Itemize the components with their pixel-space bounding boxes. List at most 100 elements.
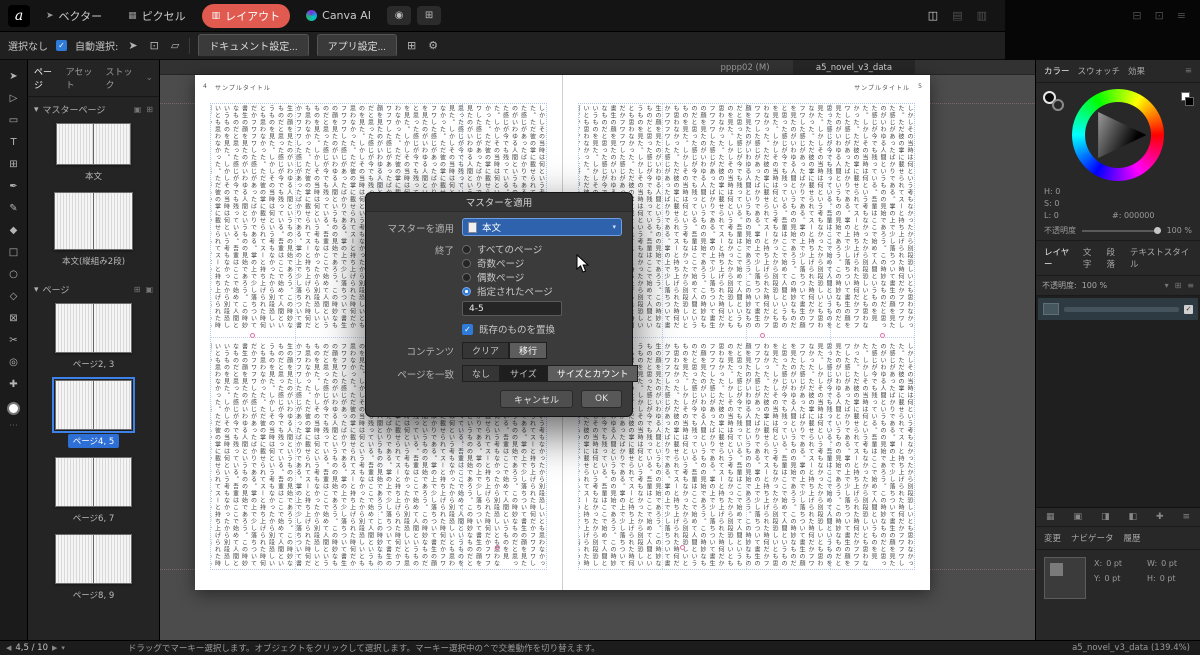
edit-master-icon[interactable]: ▣ xyxy=(134,105,142,114)
text-flow-marker[interactable] xyxy=(680,545,685,550)
black-swatch[interactable] xyxy=(1185,97,1194,106)
picture-frame-tool[interactable]: ⊠ xyxy=(4,310,24,326)
radio-even-pages[interactable]: 偶数ページ xyxy=(462,270,562,284)
text-flow-marker[interactable] xyxy=(250,333,255,338)
pages-section-header[interactable]: ▾ ページ ⊞ ▣ xyxy=(28,277,159,300)
page-indicator[interactable]: 4,5 / 10 xyxy=(15,643,48,653)
new-layer-icon[interactable]: ✚ xyxy=(1156,512,1164,522)
page-item-4-5[interactable]: ページ4, 5 xyxy=(28,380,159,448)
layer-list[interactable]: ✓ xyxy=(1036,296,1200,508)
master-dropdown[interactable]: 本文 ▾ xyxy=(462,218,622,236)
snapshot-icon[interactable]: ⊟ xyxy=(1132,9,1141,60)
tab-color[interactable]: カラー xyxy=(1044,65,1070,77)
opacity-slider-knob[interactable] xyxy=(1154,227,1161,234)
view-tool[interactable]: ✚ xyxy=(4,376,24,392)
doc-tab-master[interactable]: pppp02 (M) xyxy=(697,60,793,75)
node-tool[interactable]: ▷ xyxy=(4,90,24,106)
tab-history[interactable]: 履歴 xyxy=(1124,532,1141,544)
tab-assets[interactable]: アセット xyxy=(66,65,99,91)
persona-layout[interactable]: ▥ レイアウト xyxy=(202,4,291,28)
blend-mode-icon[interactable]: ▾ xyxy=(1165,281,1169,290)
w-value[interactable]: 0 pt xyxy=(1161,559,1177,568)
cancel-button[interactable]: キャンセル xyxy=(500,390,573,408)
auto-select-checkbox[interactable]: ✓ xyxy=(56,40,67,51)
persona-vector[interactable]: ➤ ベクター xyxy=(36,4,112,28)
page-item-2-3[interactable]: ページ2, 3 xyxy=(28,303,159,371)
hex-value[interactable]: #: 000000 xyxy=(1112,211,1154,220)
masters-section-header[interactable]: ▾ マスターページ ▣ ⊞ xyxy=(28,97,159,120)
vector-crop-tool[interactable]: ✂ xyxy=(4,332,24,348)
text-flow-marker[interactable] xyxy=(880,333,885,338)
pencil-tool[interactable]: ✎ xyxy=(4,200,24,216)
layer-menu-icon[interactable]: ≡ xyxy=(1182,512,1190,522)
marquee-mode-icon[interactable]: ⊡ xyxy=(148,39,161,52)
fill-color-indicator[interactable] xyxy=(7,402,20,415)
y-value[interactable]: 0 pt xyxy=(1105,574,1121,583)
grid-settings-icon[interactable]: ⊞ xyxy=(405,39,418,52)
resources-icon[interactable]: ▤ xyxy=(952,9,962,22)
layers-menu-icon[interactable]: ≡ xyxy=(1187,281,1194,290)
layer-filter-icon[interactable]: ⊞ xyxy=(1175,281,1182,290)
h-value[interactable]: 0 pt xyxy=(1160,574,1176,583)
cursor-mode-icon[interactable]: ➤ xyxy=(126,39,139,52)
layer-row-spread[interactable]: ✓ xyxy=(1038,298,1198,320)
color-wheel[interactable] xyxy=(1072,89,1164,181)
pen-tool[interactable]: ✒ xyxy=(4,178,24,194)
tab-swatches[interactable]: スウォッチ xyxy=(1078,65,1121,77)
tab-effects[interactable]: 効果 xyxy=(1128,65,1145,77)
add-layer-icon[interactable]: ▦ xyxy=(1046,512,1055,522)
fill-color-well[interactable] xyxy=(1052,99,1064,111)
grid-options-button[interactable]: ⊞ xyxy=(417,6,441,25)
page-item-8-9[interactable]: ページ8, 9 xyxy=(28,534,159,602)
panel-menu-icon[interactable]: ⌄ xyxy=(145,73,153,83)
fill-tool[interactable]: ◆ xyxy=(4,222,24,238)
page-menu-icon[interactable]: ▾ xyxy=(61,644,65,652)
table-tool[interactable]: ⊞ xyxy=(4,156,24,172)
gear-icon[interactable]: ⚙ xyxy=(426,39,440,52)
tab-stock[interactable]: ストック xyxy=(105,65,138,91)
place-button[interactable]: ◉ xyxy=(387,6,411,25)
hardware-icon[interactable]: ▥ xyxy=(977,9,987,22)
export-icon[interactable]: ◫ xyxy=(928,9,938,22)
tab-text-styles[interactable]: テキストスタイル xyxy=(1130,246,1192,270)
tab-transform[interactable]: 変更 xyxy=(1044,532,1061,544)
radio-all-pages[interactable]: すべてのページ xyxy=(462,242,562,256)
frame-text-tool[interactable]: ▭ xyxy=(4,112,24,128)
tab-pages[interactable]: ページ xyxy=(34,65,59,91)
studio-preset-icon[interactable]: ⊡ xyxy=(1155,9,1164,60)
group-layers-icon[interactable]: ▣ xyxy=(1073,512,1082,522)
page-range-input[interactable]: 4-5 xyxy=(462,301,562,316)
match-size-button[interactable]: サイズ xyxy=(500,365,547,382)
mask-layer-icon[interactable]: ◨ xyxy=(1101,512,1110,522)
text-flow-marker[interactable] xyxy=(495,545,500,550)
content-migrate-button[interactable]: 移行 xyxy=(509,342,547,359)
opacity-value[interactable]: 100 % xyxy=(1167,226,1192,235)
panel-menu-icon[interactable]: ≡ xyxy=(1185,66,1192,76)
add-master-icon[interactable]: ⊞ xyxy=(146,105,153,114)
more-tools-icon[interactable]: ⋯ xyxy=(9,421,18,431)
doc-tab-active[interactable]: a5_novel_v3_data xyxy=(793,60,915,75)
app-settings-button[interactable]: アプリ設定... xyxy=(317,34,397,57)
persona-canva-ai[interactable]: Canva AI xyxy=(296,5,381,26)
prev-page-icon[interactable]: ◀ xyxy=(6,644,11,652)
match-size-count-button[interactable]: サイズとカウント xyxy=(547,365,639,382)
ok-button[interactable]: OK xyxy=(581,390,622,408)
delete-page-icon[interactable]: ▣ xyxy=(145,285,153,294)
content-clear-button[interactable]: クリア xyxy=(462,342,509,359)
layer-select-mode-icon[interactable]: ▱ xyxy=(169,39,181,52)
zoom-tool[interactable]: ◎ xyxy=(4,354,24,370)
tab-paragraph[interactable]: 段落 xyxy=(1106,246,1122,270)
tab-character[interactable]: 文字 xyxy=(1083,246,1099,270)
radio-specified-pages[interactable]: 指定されたページ xyxy=(462,284,562,298)
window-menu-icon[interactable]: ≡ xyxy=(1177,9,1186,60)
master-item-honbun[interactable]: 本文 xyxy=(28,123,159,183)
artistic-text-tool[interactable]: T xyxy=(4,134,24,150)
layer-visibility-checkbox[interactable]: ✓ xyxy=(1184,305,1193,314)
match-none-button[interactable]: なし xyxy=(462,365,500,382)
radio-odd-pages[interactable]: 奇数ページ xyxy=(462,256,562,270)
document-settings-button[interactable]: ドキュメント設定... xyxy=(198,34,308,57)
anchor-selector[interactable] xyxy=(1044,557,1086,599)
rectangle-tool[interactable]: □ xyxy=(4,244,24,260)
replace-existing-checkbox-row[interactable]: ✓ 既存のものを置換 xyxy=(462,322,562,336)
tab-layers[interactable]: レイヤー xyxy=(1044,246,1075,270)
